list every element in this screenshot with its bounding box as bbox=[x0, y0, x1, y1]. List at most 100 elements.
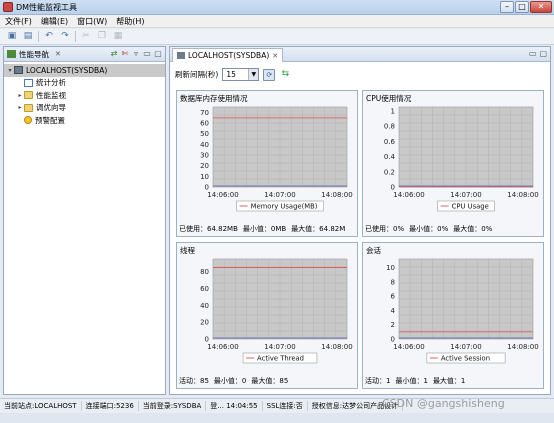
y-tick-label: 1 bbox=[391, 107, 395, 115]
expand-icon[interactable]: ▸ bbox=[16, 104, 24, 111]
session-chart: 024681014:06:00 14:07:00 14:08:00Active Se… bbox=[386, 258, 539, 364]
x-tick-label: 14:07:00 bbox=[264, 343, 295, 351]
title-bar: DM性能监视工具 – □ ✕ bbox=[0, 0, 554, 15]
tab-close-icon[interactable]: ✕ bbox=[55, 50, 61, 58]
refresh-interval-value: 15 bbox=[226, 70, 236, 79]
tree-item-localhost[interactable]: ▾ LOCALHOST(SYSDBA) bbox=[4, 64, 165, 77]
x-tick-label: 14:08:00 bbox=[507, 343, 538, 351]
expand-icon[interactable]: ▸ bbox=[16, 92, 24, 99]
disconnect-icon[interactable]: ✄ bbox=[121, 49, 129, 59]
menu-file[interactable]: 文件(F) bbox=[5, 16, 32, 27]
chart-active-value: 活动：1 bbox=[365, 376, 391, 385]
tab-label: LOCALHOST(SYSDBA) bbox=[188, 51, 270, 60]
status-port: 连接端口:5236 bbox=[82, 401, 139, 411]
chart-min-value: 最小值：0% bbox=[409, 224, 449, 233]
tree-item-label: 统计分析 bbox=[36, 78, 66, 88]
chart-max-value: 最大值：64.82M bbox=[291, 224, 346, 233]
navigation-panel-header: 性能导航 ✕ ⇄ ✄ ▿ ▭ ▢ bbox=[4, 47, 165, 62]
tree-item-label: LOCALHOST(SYSDBA) bbox=[26, 65, 108, 75]
x-tick-label: 14:06:00 bbox=[393, 343, 424, 351]
thread-chart-panel: 线程 0 20 40 60 80 14:06:00 14:07:00 14:08:00 Acti… bbox=[176, 242, 358, 389]
legend-label: CPU Usage bbox=[452, 203, 489, 211]
y-tick-label: 2 bbox=[391, 321, 395, 329]
chart-footer: 已使用：64.82MB 最小值：0MB 最大值：64.82M bbox=[179, 223, 355, 234]
app-icon bbox=[3, 2, 13, 12]
tab-localhost[interactable]: LOCALHOST(SYSDBA) ✕ bbox=[172, 48, 284, 62]
apply-refresh-button[interactable]: ⟳ bbox=[263, 68, 276, 81]
y-tick-label: 10 bbox=[386, 264, 395, 272]
y-tick-label: 20 bbox=[200, 162, 209, 170]
undo-icon[interactable]: ↶ bbox=[43, 31, 55, 42]
status-login: 当前登录:SYSDBA bbox=[139, 401, 207, 411]
editor-tab-bar: LOCALHOST(SYSDBA) ✕ ▭ ▢ bbox=[170, 47, 550, 62]
x-tick-label: 14:08:00 bbox=[507, 191, 538, 199]
menu-bar: 文件(F) 编辑(E) 窗口(W) 帮助(H) bbox=[0, 15, 554, 28]
navigation-panel-title[interactable]: 性能导航 bbox=[19, 49, 49, 60]
minimize-button[interactable]: – bbox=[500, 1, 514, 13]
menu-edit[interactable]: 编辑(E) bbox=[41, 16, 68, 27]
chart-footer: 已使用：0% 最小值：0% 最大值：0% bbox=[365, 223, 541, 234]
tree-item-performance-monitor[interactable]: ▸ 性能监视 bbox=[4, 89, 165, 102]
minimize-view-icon[interactable]: ▭ bbox=[143, 49, 151, 59]
cpu-chart: 00.20.40.60.8114:06:00 14:07:00 14:08:00CP… bbox=[384, 106, 539, 212]
y-tick-label: 20 bbox=[200, 319, 209, 327]
menu-window[interactable]: 窗口(W) bbox=[77, 16, 107, 27]
x-tick-label: 14:06:00 bbox=[393, 191, 424, 199]
tree-item-statistics[interactable]: 统计分析 bbox=[4, 77, 165, 90]
server-icon bbox=[177, 52, 185, 59]
watermark: CSDN @gangshisheng bbox=[382, 397, 505, 410]
refresh-interval-label: 刷新间隔(秒) bbox=[175, 70, 219, 79]
tree-item-alert-config[interactable]: 预警配置 bbox=[4, 114, 165, 127]
cpu-chart-panel: CPU使用情况 0 0.2 0.4 0.6 0.8 1 14:06:00 14:07:00 14… bbox=[362, 90, 544, 237]
chart-footer: 活动：85 最小值：0 最大值：85 bbox=[179, 375, 355, 386]
save-icon[interactable]: ▣ bbox=[6, 31, 18, 42]
chevron-down-icon[interactable]: ▼ bbox=[248, 69, 259, 80]
copy-icon[interactable]: ❐ bbox=[96, 31, 108, 42]
thread-chart: 02040608014:06:00 14:07:00 14:08:00Active … bbox=[200, 258, 353, 364]
toolbar: ▣ ▤ ↶ ↷ ✂ ❐ ▦ bbox=[0, 29, 554, 45]
refresh-controls: 刷新间隔(秒) 15 ▼ ⟳ ⇆ bbox=[175, 68, 291, 81]
maximize-view-icon[interactable]: ▢ bbox=[154, 49, 162, 59]
chart-max-value: 最大值：1 bbox=[432, 376, 466, 385]
menu-help[interactable]: 帮助(H) bbox=[116, 16, 144, 27]
paste-icon[interactable]: ▦ bbox=[112, 31, 124, 42]
chart-min-value: 最小值：0MB bbox=[242, 224, 287, 233]
toolbar-divider bbox=[75, 31, 76, 42]
tree-item-label: 预警配置 bbox=[35, 115, 65, 125]
connect-icon[interactable]: ⇄ bbox=[110, 49, 118, 59]
navigation-tree: ▾ LOCALHOST(SYSDBA) 统计分析 ▸ 性能监视 ▸ 调优向导 预… bbox=[4, 62, 165, 127]
x-tick-label: 14:06:00 bbox=[207, 343, 238, 351]
save-all-icon[interactable]: ▤ bbox=[22, 31, 34, 42]
chart-active-value: 活动：85 bbox=[179, 376, 209, 385]
y-tick-label: 0.8 bbox=[384, 123, 395, 131]
x-tick-label: 14:08:00 bbox=[321, 191, 352, 199]
server-icon bbox=[14, 66, 23, 75]
y-tick-label: 50 bbox=[200, 130, 209, 138]
chart-used-value: 已使用：0% bbox=[365, 224, 405, 233]
status-login-time: 登... 14:04:55 bbox=[206, 401, 263, 411]
redo-icon[interactable]: ↷ bbox=[59, 31, 71, 42]
refresh-interval-select[interactable]: 15 ▼ bbox=[222, 68, 260, 81]
x-tick-label: 14:07:00 bbox=[450, 191, 481, 199]
y-tick-label: 80 bbox=[200, 268, 209, 276]
refresh-icon[interactable]: ⇆ bbox=[279, 69, 291, 81]
minimize-view-icon[interactable]: ▭ bbox=[529, 49, 537, 58]
tree-item-tuning-wizard[interactable]: ▸ 调优向导 bbox=[4, 102, 165, 115]
maximize-view-icon[interactable]: ▢ bbox=[539, 49, 547, 58]
collapse-icon[interactable]: ▾ bbox=[6, 67, 14, 74]
close-button[interactable]: ✕ bbox=[530, 1, 552, 13]
chart-footer: 活动：1 最小值：1 最大值：1 bbox=[365, 375, 541, 386]
cut-icon[interactable]: ✂ bbox=[80, 31, 92, 42]
view-menu-icon[interactable]: ▿ bbox=[132, 49, 140, 59]
y-tick-label: 40 bbox=[200, 302, 209, 310]
y-tick-label: 6 bbox=[391, 293, 396, 301]
chart-max-value: 最大值：0% bbox=[453, 224, 493, 233]
memory-chart: 01020304050607014:06:00 14:07:00 14:08:00M… bbox=[200, 106, 353, 212]
chart-used-value: 已使用：64.82MB bbox=[179, 224, 238, 233]
chart-min-value: 最小值：0 bbox=[213, 376, 247, 385]
y-tick-label: 10 bbox=[200, 173, 209, 181]
window-bottom-edge bbox=[0, 413, 554, 423]
tab-close-icon[interactable]: ✕ bbox=[272, 52, 278, 60]
x-tick-label: 14:06:00 bbox=[207, 191, 238, 199]
maximize-button[interactable]: □ bbox=[515, 1, 529, 13]
